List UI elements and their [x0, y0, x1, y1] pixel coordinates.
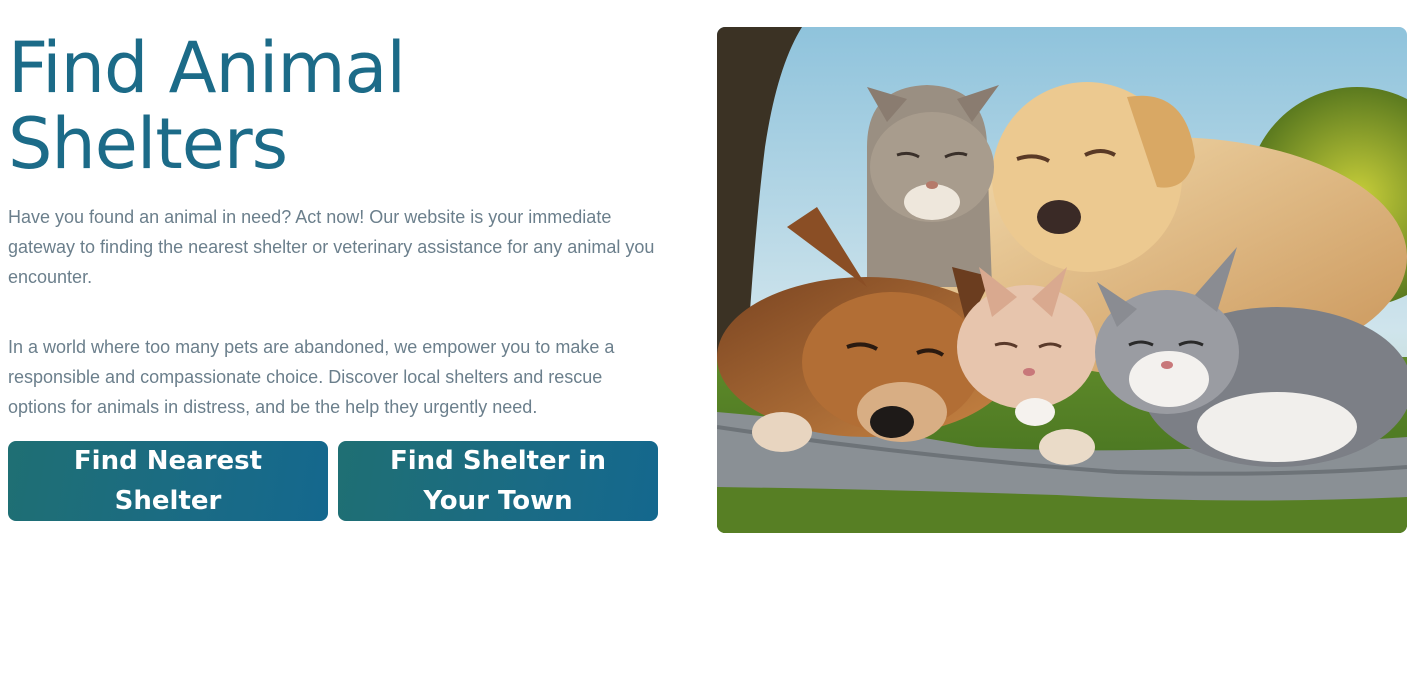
cream-cat-paw [1015, 398, 1055, 426]
pets-illustration [717, 27, 1407, 533]
page-title-line-1: Find Animal [8, 27, 406, 109]
golden-dog-nose [1037, 200, 1081, 234]
page-title: Find Animal Shelters [8, 30, 668, 182]
grey-cat-muzzle [1129, 351, 1209, 407]
grey-cat-chest [1197, 392, 1357, 462]
intro-paragraph: Have you found an animal in need? Act no… [8, 207, 655, 287]
find-shelter-in-town-button[interactable]: Find Shelter in Your Town [338, 441, 658, 521]
brown-dog-paw [752, 412, 812, 452]
cream-cat-nose [1023, 368, 1035, 376]
mission-paragraph: In a world where too many pets are aband… [8, 337, 615, 417]
hero-pets-image [717, 27, 1407, 533]
tabby-cat-nose [926, 181, 938, 189]
page: Find Animal Shelters Have you found an a… [0, 0, 1411, 676]
tabby-cat-muzzle [904, 184, 960, 220]
cta-button-group: Find Nearest Shelter Find Shelter in You… [8, 441, 668, 521]
brown-dog-nose [870, 406, 914, 438]
cream-cat-head [957, 285, 1097, 409]
golden-dog-paw [1039, 429, 1095, 465]
grey-cat-nose [1161, 361, 1173, 369]
find-nearest-shelter-button[interactable]: Find Nearest Shelter [8, 441, 328, 521]
hero-text-section: Find Animal Shelters Have you found an a… [8, 30, 668, 521]
page-title-line-2: Shelters [8, 103, 288, 185]
